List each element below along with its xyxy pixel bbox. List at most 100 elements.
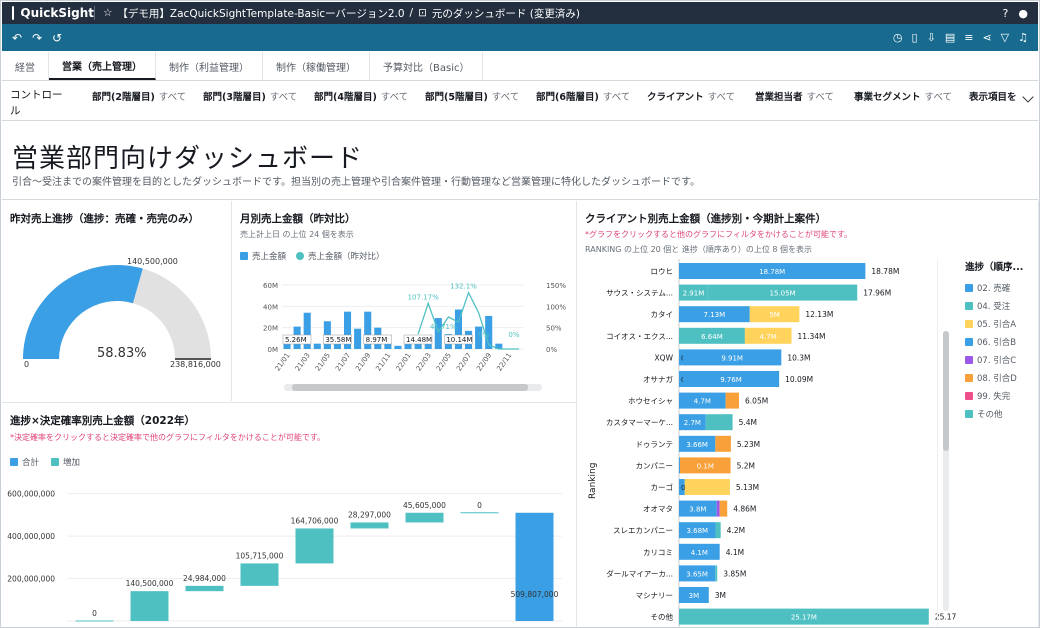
client-legend-item[interactable]: 04. 受注 (965, 297, 1023, 315)
legend-scrollbar-thumb[interactable] (943, 331, 949, 451)
waterfall-note: *決定確率をクリックすると決定確率で他のグラフにフィルタをかけることが可能です。 (10, 433, 326, 442)
dashboard-title: 【デモ用】ZacQuickSightTemplate-Basicーバージョン2.… (117, 7, 405, 20)
alert-icon[interactable]: ♫ (1018, 31, 1028, 44)
tab-3[interactable]: 制作（稼働管理） (263, 52, 370, 80)
favorite-star-icon[interactable]: ☆ (103, 7, 112, 19)
bar[interactable] (283, 343, 291, 349)
help-icon[interactable]: ? (1003, 7, 1009, 20)
chart-scrollbar-thumb[interactable] (292, 384, 528, 391)
tab-2[interactable]: 制作（利益管理） (156, 52, 263, 80)
bar[interactable] (394, 345, 402, 349)
quicksight-logo[interactable]: QuickSight (2, 6, 94, 20)
reset-icon[interactable]: ↺ (52, 31, 62, 45)
gauge-chart[interactable]: 140,500,000 58.83% 0 238,816,000 (2, 219, 230, 401)
client-bar-segment[interactable] (705, 414, 733, 431)
share-icon[interactable]: ⋖ (982, 31, 991, 44)
control-name: 部門(4階層目) (314, 92, 377, 103)
client-bar-segment[interactable] (684, 479, 730, 495)
bar-value-label: 45,605,000 (403, 501, 446, 510)
legend-swatch (965, 320, 973, 328)
y-tick-label: 200,000,000 (7, 575, 55, 584)
control-7[interactable]: 事業セグメント すべて (854, 89, 952, 103)
control-3[interactable]: 部門(5階層目) すべて (425, 89, 519, 103)
dataset-icon[interactable]: ≡ (964, 31, 973, 44)
bar-value-label: 35.58M (325, 336, 351, 344)
tab-4[interactable]: 予算対比（Basic） (370, 52, 484, 80)
export-icon[interactable]: ⇩ (927, 31, 936, 44)
client-bar-segment[interactable] (716, 500, 720, 517)
client-bar-segment[interactable] (715, 435, 731, 452)
increase-bar[interactable] (350, 522, 389, 529)
waterfall-panel[interactable]: 進捗×決定確率別売上金額（2022年） *決定確率をクリックすると決定確率で他の… (2, 403, 575, 628)
client-total-label: 17.96M (863, 289, 891, 298)
client-bar-segment[interactable] (719, 500, 728, 517)
total-bar[interactable] (515, 512, 554, 621)
gauge-panel[interactable]: 昨対売上進捗（進捗：売確・売完のみ） 140,500,000 58.83% 0 … (2, 201, 230, 401)
client-category-label: ホウセイシャ (628, 397, 673, 406)
client-chart[interactable]: Ranking ロウヒ 18.78M 18.78M サウス・システム... 2.91M 1… (577, 259, 957, 628)
client-sales-panel[interactable]: クライアント別売上金額（進捗別・今期計上案件） *グラフをクリックすると他のグラ… (577, 201, 1038, 628)
increase-bar[interactable] (460, 512, 499, 514)
control-4[interactable]: 部門(6階層目) すべて (536, 89, 630, 103)
client-legend-item[interactable]: 07. 引合C (965, 351, 1023, 369)
client-total-label: 6.05M (745, 397, 768, 406)
increase-bar[interactable] (405, 512, 444, 523)
client-legend-item[interactable]: 05. 引合A (965, 315, 1023, 333)
controls-label[interactable]: コントロール (10, 87, 70, 119)
client-legend-item[interactable]: その他 (965, 405, 1023, 423)
bar-value-label: 8.97M (366, 336, 388, 344)
client-bar-segment[interactable] (715, 565, 718, 582)
tab-1[interactable]: 営業（売上管理） (49, 52, 156, 80)
control-6[interactable]: 営業担当者 すべて (755, 89, 834, 103)
increase-bar[interactable] (75, 620, 114, 622)
undo-icon[interactable]: ↶ (12, 31, 22, 45)
client-total-label: 18.78M (871, 267, 899, 276)
tab-0[interactable]: 経営 (2, 52, 49, 80)
client-legend-item[interactable]: 06. 引合B (965, 333, 1023, 351)
bar[interactable] (313, 343, 321, 349)
waterfall-chart[interactable]: 200,000,000 400,000,000 600,000,000 0 140,50… (2, 479, 575, 628)
segment-label: 4.1M (691, 549, 708, 557)
client-legend-item[interactable]: 02. 売確 (965, 279, 1023, 297)
segment-label: 2.91M (683, 290, 705, 298)
client-total-label: 3M (715, 591, 726, 600)
filter-icon[interactable]: ▽ (1001, 31, 1009, 44)
gauge-fill[interactable] (23, 265, 143, 359)
control-1[interactable]: 部門(3階層目) すべて (203, 89, 297, 103)
user-icon[interactable]: ● (1018, 7, 1028, 20)
legend-scrollbar[interactable] (943, 331, 949, 611)
bookmark-icon[interactable]: ⊡ (418, 7, 427, 19)
bar[interactable] (354, 328, 362, 349)
control-value: すべて (924, 92, 952, 103)
control-2[interactable]: 部門(4階層目) すべて (314, 89, 408, 103)
client-legend-item[interactable]: 08. 引合D (965, 369, 1023, 387)
monthly-chart[interactable]: 0M 20M 40M 60M 0% 50% 100% 150% 5.26M 35.58M 8.97M… (232, 261, 575, 401)
client-bar-segment[interactable] (715, 522, 721, 539)
legend-item-increase[interactable]: 増加 (51, 453, 80, 471)
increase-bar[interactable] (130, 591, 169, 621)
bar-value-label: 24,984,000 (183, 574, 226, 583)
schedule-icon[interactable]: ◷ (893, 31, 903, 44)
redo-icon[interactable]: ↷ (32, 31, 42, 45)
increase-bar[interactable] (240, 563, 279, 586)
client-bar-segment[interactable] (725, 392, 740, 409)
increase-bar[interactable] (295, 528, 334, 564)
client-legend: 進捗（順序... 02. 売確 04. 受注 05. 引合A 06. 引合B 07. 引… (965, 259, 1023, 423)
client-legend-item[interactable]: 99. 失完 (965, 387, 1023, 405)
monthly-sales-panel[interactable]: 月別売上金額（昨対比） 売上計上日 の上位 24 個を表示 売上金額 売上金額（… (232, 201, 575, 401)
client-bar-segment[interactable] (679, 457, 680, 474)
bookmarks-icon[interactable]: ▯ (912, 31, 918, 44)
chart-scrollbar[interactable] (284, 384, 542, 391)
increase-bar[interactable] (185, 585, 224, 592)
control-0[interactable]: 部門(2階層目) すべて (92, 89, 186, 103)
control-5[interactable]: クライアント すべて (647, 89, 735, 103)
control-8[interactable]: 表示項目を (969, 89, 1021, 103)
view-label[interactable]: 元のダッシュボード (変更済み) (432, 6, 580, 21)
y2-tick-label: 50% (546, 325, 562, 333)
legend-item-total[interactable]: 合計 (10, 453, 39, 471)
pdf-icon[interactable]: ▤ (945, 31, 955, 44)
segment-label: 2.7M (684, 419, 701, 427)
bar[interactable] (404, 343, 412, 349)
legend-swatch (965, 410, 973, 418)
chevron-down-icon[interactable] (1022, 91, 1034, 103)
